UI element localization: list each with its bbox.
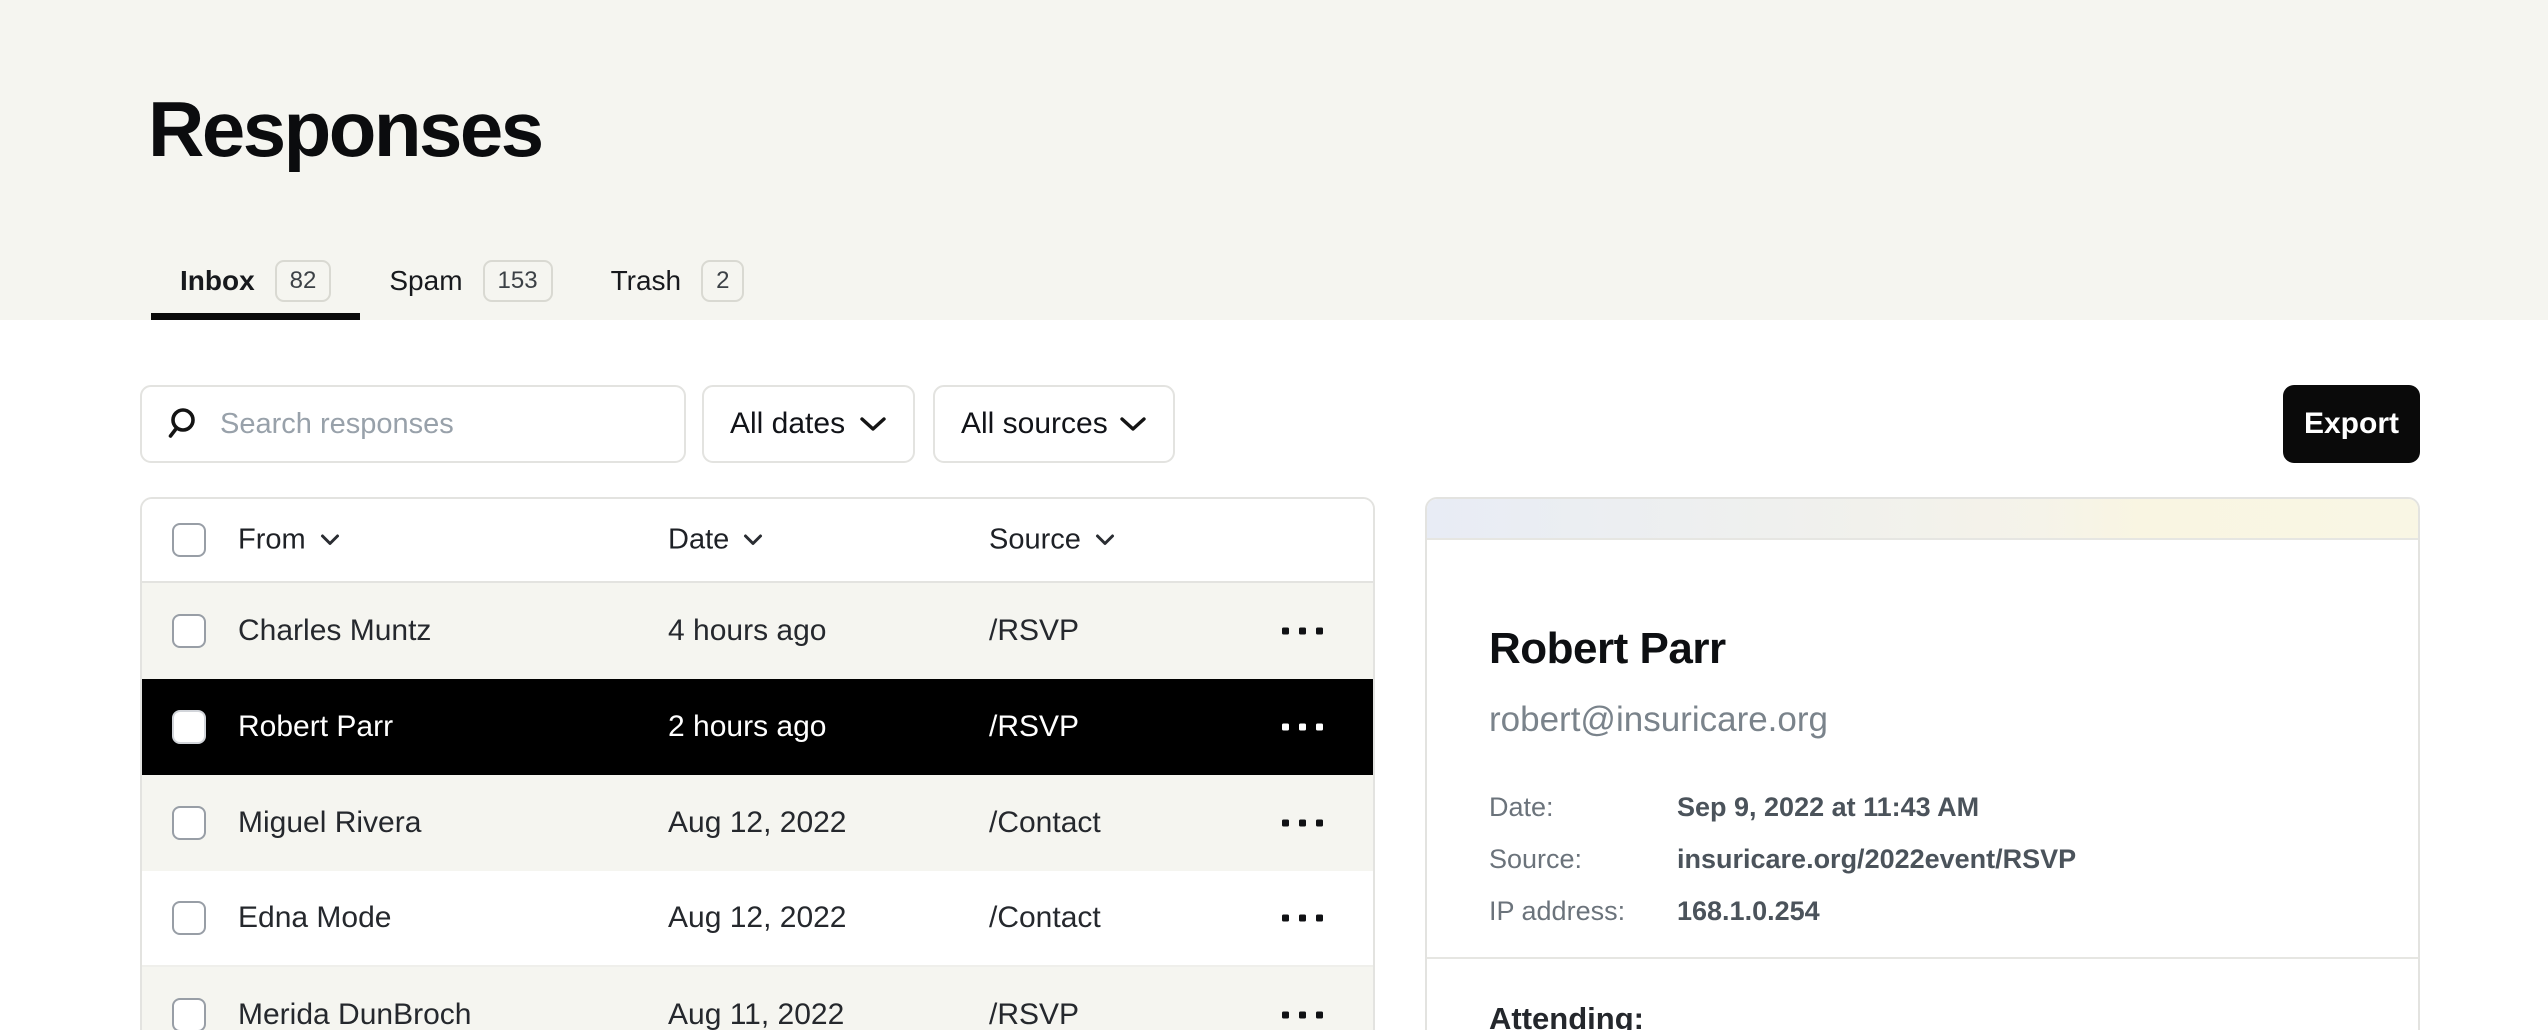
source-filter-value: All sources — [961, 407, 1108, 441]
meta-value: Sep 9, 2022 at 11:43 AM — [1677, 792, 1979, 823]
table-row[interactable]: Edna Mode Aug 12, 2022 /Contact — [142, 871, 1373, 967]
table-row[interactable]: Miguel Rivera Aug 12, 2022 /Contact — [142, 775, 1373, 871]
row-source: /RSVP — [989, 998, 1079, 1030]
tab-spam[interactable]: Spam 153 — [360, 248, 581, 320]
row-date: Aug 12, 2022 — [668, 806, 847, 840]
meta-label: Date: — [1489, 792, 1677, 823]
row-source: /Contact — [989, 901, 1101, 935]
date-filter-value: All dates — [730, 407, 845, 441]
row-date: 4 hours ago — [668, 614, 826, 648]
meta-row-ip: IP address: 168.1.0.254 — [1489, 896, 2358, 927]
select-all-checkbox[interactable] — [172, 523, 206, 557]
row-checkbox[interactable] — [172, 998, 206, 1030]
detail-name: Robert Parr — [1489, 624, 2358, 674]
page-header: Responses Inbox 82 Spam 153 Trash 2 — [0, 0, 2548, 320]
column-header-from-label: From — [238, 524, 306, 557]
chevron-down-icon — [1119, 416, 1147, 432]
tab-trash-count-badge: 2 — [701, 260, 744, 302]
column-header-source-label: Source — [989, 524, 1081, 557]
tab-spam-label: Spam — [389, 265, 462, 297]
meta-row-date: Date: Sep 9, 2022 at 11:43 AM — [1489, 792, 2358, 823]
search-box[interactable] — [140, 385, 686, 463]
tab-trash[interactable]: Trash 2 — [582, 248, 774, 320]
row-source: /Contact — [989, 806, 1101, 840]
meta-value: insuricare.org/2022event/RSVP — [1677, 844, 2076, 875]
row-from: Miguel Rivera — [238, 806, 421, 840]
row-checkbox[interactable] — [172, 901, 206, 935]
source-filter-dropdown[interactable]: All sources — [933, 385, 1175, 463]
row-date: 2 hours ago — [668, 710, 826, 744]
detail-email: robert@insuricare.org — [1489, 700, 2358, 740]
search-input[interactable] — [220, 408, 660, 441]
chevron-down-icon — [743, 534, 763, 547]
column-header-from[interactable]: From — [238, 524, 340, 557]
tab-bar: Inbox 82 Spam 153 Trash 2 — [151, 248, 773, 320]
row-from: Merida DunBroch — [238, 998, 471, 1030]
column-header-date-label: Date — [668, 524, 729, 557]
meta-label: IP address: — [1489, 896, 1677, 927]
detail-divider — [1427, 957, 2420, 959]
ellipsis-menu-icon[interactable] — [1282, 820, 1323, 827]
table-row[interactable]: Charles Muntz 4 hours ago /RSVP — [142, 583, 1373, 679]
ellipsis-menu-icon[interactable] — [1282, 915, 1323, 922]
magnifier-icon — [166, 406, 200, 442]
row-checkbox[interactable] — [172, 614, 206, 648]
table-header-row: From Date Source — [142, 499, 1373, 583]
page-title: Responses — [148, 84, 542, 175]
attending-heading: Attending: — [1489, 1001, 2358, 1030]
row-date: Aug 11, 2022 — [668, 998, 844, 1030]
column-header-date[interactable]: Date — [668, 524, 763, 557]
tab-inbox-count-badge: 82 — [275, 260, 332, 302]
tab-spam-count-badge: 153 — [483, 260, 553, 302]
chevron-down-icon — [859, 416, 887, 432]
table-row[interactable]: Merida DunBroch Aug 11, 2022 /RSVP — [142, 967, 1373, 1030]
responses-page: Responses Inbox 82 Spam 153 Trash 2 — [0, 0, 2548, 1030]
export-button[interactable]: Export — [2283, 385, 2420, 463]
response-detail-panel: Robert Parr robert@insuricare.org Date: … — [1425, 497, 2420, 1030]
responses-table: From Date Source Charles Muntz 4 — [140, 497, 1375, 1030]
chevron-down-icon — [1095, 534, 1115, 547]
detail-meta: Date: Sep 9, 2022 at 11:43 AM Source: in… — [1489, 792, 2358, 927]
row-checkbox[interactable] — [172, 710, 206, 744]
column-header-source[interactable]: Source — [989, 524, 1115, 557]
meta-row-source: Source: insuricare.org/2022event/RSVP — [1489, 844, 2358, 875]
select-all-cell — [172, 523, 206, 557]
tab-trash-label: Trash — [611, 265, 682, 297]
meta-label: Source: — [1489, 844, 1677, 875]
detail-body: Robert Parr robert@insuricare.org Date: … — [1427, 540, 2418, 1030]
ellipsis-menu-icon[interactable] — [1282, 1012, 1323, 1019]
chevron-down-icon — [320, 534, 340, 547]
row-from: Robert Parr — [238, 710, 393, 744]
row-from: Edna Mode — [238, 901, 391, 935]
ellipsis-menu-icon[interactable] — [1282, 628, 1323, 635]
detail-accent-strip — [1427, 499, 2418, 540]
meta-value: 168.1.0.254 — [1677, 896, 1820, 927]
date-filter-dropdown[interactable]: All dates — [702, 385, 915, 463]
row-source: /RSVP — [989, 614, 1079, 648]
tab-inbox[interactable]: Inbox 82 — [151, 248, 360, 320]
row-from: Charles Muntz — [238, 614, 431, 648]
row-checkbox[interactable] — [172, 806, 206, 840]
ellipsis-menu-icon[interactable] — [1282, 724, 1323, 731]
row-date: Aug 12, 2022 — [668, 901, 847, 935]
row-source: /RSVP — [989, 710, 1079, 744]
tab-inbox-label: Inbox — [180, 265, 255, 297]
table-row-selected[interactable]: Robert Parr 2 hours ago /RSVP — [142, 679, 1373, 775]
